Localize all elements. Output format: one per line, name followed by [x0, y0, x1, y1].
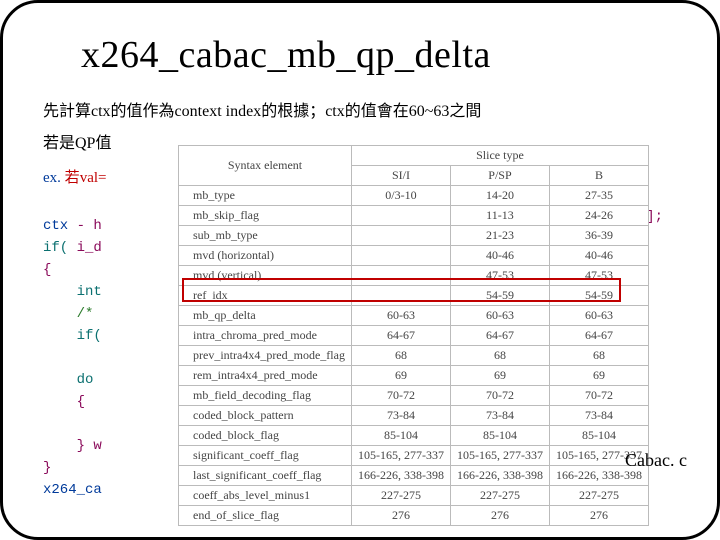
th-slice-type: Slice type [351, 146, 648, 166]
table-body: mb_type0/3-1014-2027-35 mb_skip_flag11-1… [179, 186, 649, 526]
table-row: coeff_abs_level_minus1227-275227-275227-… [179, 486, 649, 506]
table-header-row-1: Syntax element Slice type [179, 146, 649, 166]
description-line-1: 先計算ctx的值作為context index的根據；ctx的值會在60~63之… [43, 101, 689, 123]
table-row: mb_qp_delta60-6360-6360-63 [179, 306, 649, 326]
table-row: prev_intra4x4_pred_mode_flag686868 [179, 346, 649, 366]
code-l12: } [43, 460, 51, 476]
code-l4a: int [43, 284, 102, 300]
table-row: mb_skip_flag11-1324-26 [179, 206, 649, 226]
context-index-table: Syntax element Slice type SI/I P/SP B mb… [178, 145, 649, 526]
code-l4b [102, 284, 110, 300]
example-prefix: ex. [43, 170, 65, 186]
code-l6b [102, 328, 110, 344]
th-syntax-element: Syntax element [179, 146, 352, 186]
code-l6a: if( [43, 328, 102, 344]
th-b: B [549, 166, 648, 186]
code-l1a: ctx [43, 218, 68, 234]
slide-title: x264_cabac_mb_qp_delta [81, 33, 689, 77]
example-var: val= [80, 170, 107, 186]
table-row: last_significant_coeff_flag166-226, 338-… [179, 466, 649, 486]
table-row: sub_mb_type21-2336-39 [179, 226, 649, 246]
th-si-i: SI/I [351, 166, 450, 186]
table-row: intra_chroma_pred_mode64-6764-6764-67 [179, 326, 649, 346]
table-row: mvd (horizontal)40-4640-46 [179, 246, 649, 266]
table-row: mb_field_decoding_flag70-7270-7270-72 [179, 386, 649, 406]
code-fragment: ctx - h if( i_d { int /* if( do { } w } … [43, 193, 110, 523]
table-row: mvd (vertical)47-5347-53 [179, 266, 649, 286]
code-l2a: if( [43, 240, 68, 256]
code-l5: /* [43, 306, 93, 322]
code-l2b: i_d [68, 240, 102, 256]
slide-frame: x264_cabac_mb_qp_delta 先計算ctx的值作為context… [0, 0, 720, 540]
table-row: ref_idx54-5954-59 [179, 286, 649, 306]
table-row: coded_block_flag85-10485-10485-104 [179, 426, 649, 446]
source-file-label: Cabac. c [625, 450, 687, 471]
code-l1b: - h [77, 218, 102, 234]
table-row: mb_type0/3-1014-2027-35 [179, 186, 649, 206]
line2-text: 若是QP值 [43, 135, 111, 152]
code-l9: { [43, 394, 85, 410]
code-l8a: do [43, 372, 93, 388]
code-l13: x264_ca [43, 482, 102, 498]
code-l3: { [43, 262, 51, 278]
code-l11: } w [43, 438, 102, 454]
th-p-sp: P/SP [450, 166, 549, 186]
example-cjk: 若 [65, 170, 80, 186]
table-row: significant_coeff_flag105-165, 277-33710… [179, 446, 649, 466]
table-row: end_of_slice_flag276276276 [179, 506, 649, 526]
line1-text: 先計算ctx的值作為context index的根據；ctx的值會在60~63之… [43, 103, 481, 120]
table-row: coded_block_pattern73-8473-8473-84 [179, 406, 649, 426]
table-row: rem_intra4x4_pred_mode696969 [179, 366, 649, 386]
